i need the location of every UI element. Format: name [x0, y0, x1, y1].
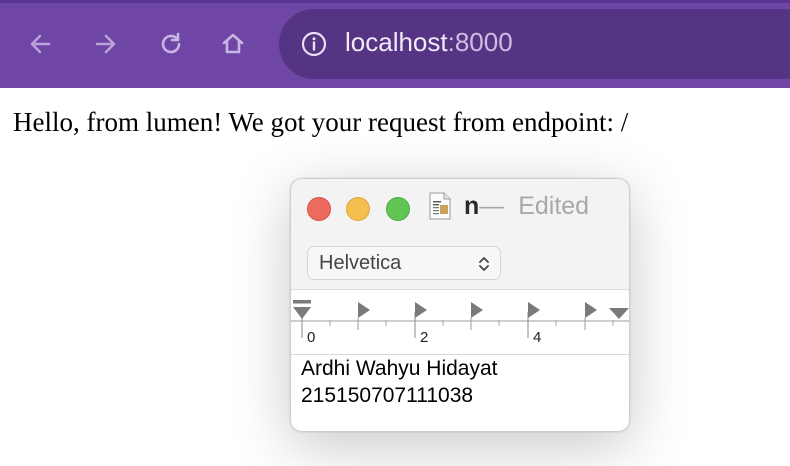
font-family-value: Helvetica	[319, 252, 402, 274]
back-arrow-icon	[30, 34, 51, 54]
home-button[interactable]	[217, 28, 249, 60]
edited-status: Edited	[518, 192, 590, 220]
title-separator: —	[479, 192, 505, 220]
forward-arrow-icon	[95, 34, 116, 54]
document-name: n	[464, 192, 480, 220]
address-url[interactable]: localhost:8000	[345, 27, 513, 58]
document-line-1: Ardhi Wahyu Hidayat	[301, 357, 498, 380]
ruler-graphics	[291, 300, 629, 338]
window-title: n— Edited	[464, 192, 589, 221]
page-message: Hello, from lumen! We got your request f…	[13, 107, 629, 137]
url-port: :8000	[447, 27, 513, 57]
window-titlebar[interactable]: n— Edited Helvetica	[291, 179, 629, 290]
document-line-2: 215150707111038	[301, 384, 474, 407]
ruler-label-0: 0	[307, 329, 316, 346]
url-host: localhost	[345, 27, 448, 57]
document-text-area[interactable]: Ardhi Wahyu Hidayat 215150707111038	[301, 355, 497, 409]
font-family-select[interactable]: Helvetica	[307, 246, 501, 280]
textedit-window[interactable]: n— Edited Helvetica 0 2 4 Ardhi Wahyu Hi…	[290, 178, 630, 432]
ruler[interactable]: 0 2 4	[291, 290, 629, 355]
reload-button[interactable]	[155, 28, 187, 60]
toolbar-top-edge	[0, 0, 790, 3]
ruler-label-4: 4	[533, 329, 542, 346]
browser-toolbar: localhost:8000	[0, 0, 790, 88]
info-icon[interactable]	[301, 31, 327, 57]
zoom-button[interactable]	[386, 197, 410, 221]
document-icon[interactable]	[429, 192, 451, 220]
back-button[interactable]	[25, 28, 57, 60]
updown-chevron-icon	[479, 257, 489, 271]
address-bar[interactable]: localhost:8000	[279, 9, 790, 79]
close-button[interactable]	[307, 197, 331, 221]
ruler-label-2: 2	[420, 329, 429, 346]
forward-button[interactable]	[89, 28, 121, 60]
reload-icon	[161, 32, 181, 54]
home-icon	[222, 33, 244, 54]
minimize-button[interactable]	[346, 197, 370, 221]
